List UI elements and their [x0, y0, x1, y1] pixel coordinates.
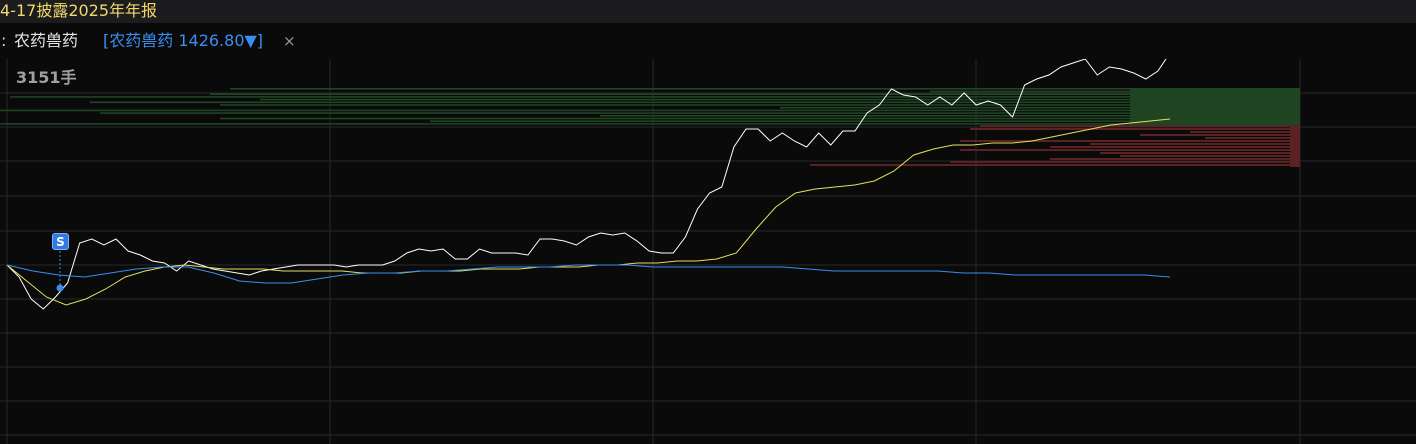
chart-legend: : 农药兽药 [农药兽药 1426.80▼] ×: [0, 24, 1416, 58]
signal-point: [56, 284, 64, 292]
sell-profile-bar-4: [1205, 137, 1300, 139]
buy-profile-bar-3: [10, 96, 1300, 98]
sell-profile-bar-2: [1190, 131, 1300, 133]
series-line-1: [6, 118, 1171, 306]
sell-profile-bar-11: [1050, 158, 1300, 160]
sell-profile-bar-8: [960, 149, 1300, 151]
buy-profile-bar-0: [230, 88, 1300, 90]
close-icon[interactable]: ×: [283, 24, 296, 58]
buy-profile-bar-8: [0, 109, 1300, 112]
signal-badge[interactable]: S: [52, 233, 69, 250]
intraday-chart: [0, 59, 1416, 444]
buy-profile-bar-6: [220, 104, 1300, 106]
buy-profile-bar-12: [430, 120, 1300, 122]
signal-point-group: [56, 251, 64, 292]
sell-profile-bar-13: [810, 164, 1300, 166]
sell-profile-bar-9: [1100, 152, 1300, 154]
buy-profile-bar-11: [220, 117, 1300, 120]
sell-profile-bar-5: [960, 140, 1300, 142]
legend-separator: :: [1, 31, 7, 50]
sell-profile-bar-1: [970, 128, 1300, 130]
buy-profile-bar-5: [90, 101, 1300, 104]
event-text: 4-17披露2025年年报: [0, 1, 158, 20]
series-line-2: [6, 264, 1171, 284]
buy-profile-bar-1: [930, 90, 1300, 93]
buy-profile-bar-13: [0, 123, 1300, 125]
buy-profile-bar-7: [780, 106, 1300, 109]
stock-name: 农药兽药: [14, 31, 79, 50]
sell-profile-bar-12: [950, 161, 1300, 163]
event-header: 4-17披露2025年年报: [0, 0, 1416, 23]
buy-profile-bar-10: [600, 115, 1300, 117]
sell-profile-bar-7: [1050, 146, 1300, 148]
sell-profile-bar-6: [1090, 143, 1300, 145]
volume-label: 3151手: [16, 68, 77, 87]
buy-profile-bar-2: [210, 93, 1300, 95]
sell-profile-bar-3: [1140, 134, 1300, 136]
sell-profile-bar-0: [980, 125, 1300, 127]
index-overlay-tag[interactable]: [农药兽药 1426.80▼]: [103, 24, 263, 58]
buy-profile-bar-4: [260, 98, 1300, 101]
sell-profile-bar-10: [1120, 155, 1300, 157]
buy-profile-bar-9: [100, 112, 1300, 114]
